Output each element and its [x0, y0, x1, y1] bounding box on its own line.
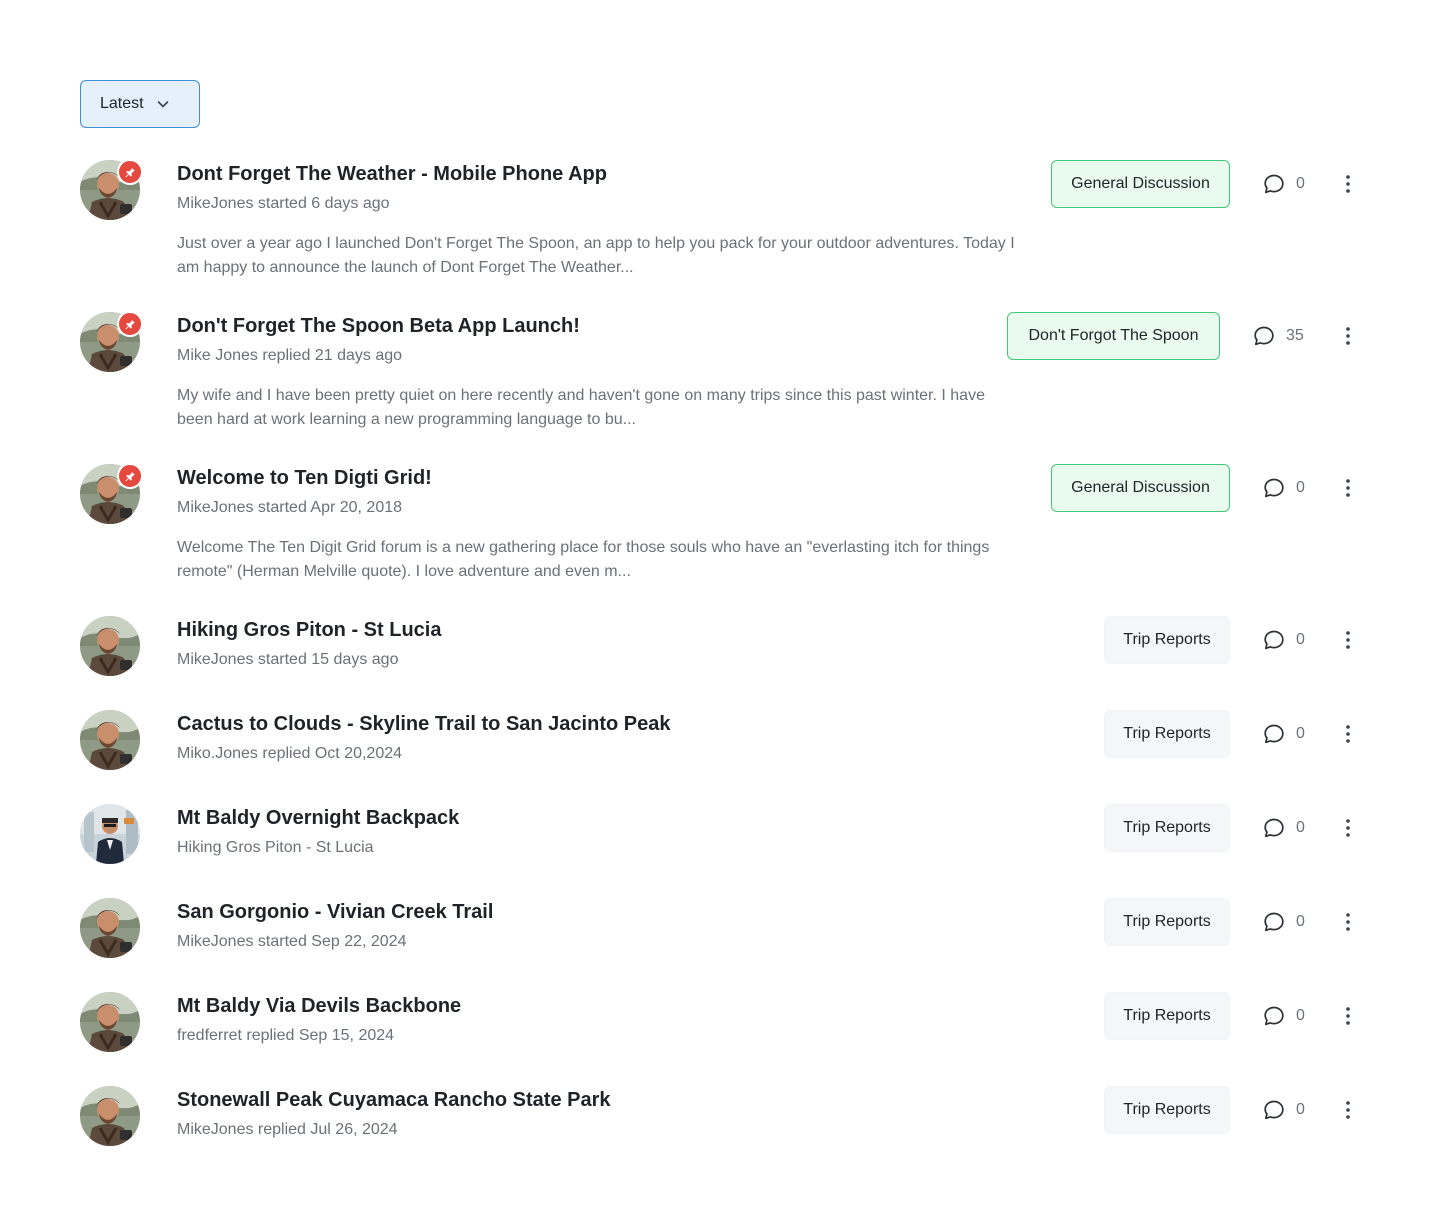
pinned-badge [117, 311, 143, 337]
topic-more-button[interactable] [1336, 910, 1360, 934]
author-avatar[interactable] [80, 311, 143, 372]
topic-title[interactable]: San Gorgonio - Vivian Creek Trail [177, 898, 493, 926]
comment-count[interactable]: 0 [1262, 628, 1305, 652]
more-vertical-icon [1346, 725, 1350, 743]
author-avatar[interactable] [80, 710, 140, 770]
topic-title[interactable]: Hiking Gros Piton - St Lucia [177, 616, 441, 644]
topic-title[interactable]: Mt Baldy Overnight Backpack [177, 804, 459, 832]
author-avatar[interactable] [80, 992, 140, 1052]
topic-title[interactable]: Dont Forget The Weather - Mobile Phone A… [177, 160, 607, 188]
more-vertical-icon [1346, 1101, 1350, 1119]
comment-count[interactable]: 35 [1252, 324, 1304, 348]
comment-count[interactable]: 0 [1262, 816, 1305, 840]
category-tag[interactable]: Trip Reports [1104, 898, 1230, 946]
user-avatar-hiker [80, 710, 140, 770]
topic-meta: Miko.Jones replied Oct 20,2024 [177, 745, 403, 762]
author-avatar[interactable] [80, 616, 140, 676]
pin-icon [125, 319, 135, 330]
author-avatar[interactable] [80, 159, 143, 220]
topic-meta: fredferret replied Sep 15, 2024 [177, 1027, 395, 1044]
more-vertical-icon [1346, 479, 1350, 497]
comment-count[interactable]: 0 [1262, 476, 1305, 500]
topic-meta: MikeJones replied Jul 26, 2024 [177, 1121, 398, 1138]
category-tag[interactable]: Trip Reports [1104, 804, 1230, 852]
comment-count-value: 0 [1296, 479, 1305, 496]
more-vertical-icon [1346, 631, 1350, 649]
topic-more-button[interactable] [1336, 816, 1360, 840]
more-vertical-icon [1346, 1007, 1350, 1025]
comment-bubble-icon [1264, 912, 1284, 932]
author-avatar[interactable] [80, 463, 143, 524]
topic-title[interactable]: Mt Baldy Via Devils Backbone [177, 992, 461, 1020]
comment-count-value: 35 [1286, 327, 1304, 344]
topic-more-button[interactable] [1336, 324, 1360, 348]
topic-excerpt: Welcome The Ten Digit Grid forum is a ne… [177, 539, 990, 580]
topic-more-button[interactable] [1336, 476, 1360, 500]
comment-bubble-icon [1254, 326, 1274, 346]
user-avatar-hiker [80, 1086, 140, 1146]
comment-count-value: 0 [1296, 175, 1305, 192]
comment-bubble-icon [1264, 724, 1284, 744]
comment-bubble-icon [1264, 630, 1284, 650]
comment-bubble-icon [1264, 1006, 1284, 1026]
more-vertical-icon [1346, 913, 1350, 931]
topic-meta: MikeJones started 6 days ago [177, 195, 390, 212]
topic-more-button[interactable] [1336, 1004, 1360, 1028]
pinned-badge [117, 159, 143, 185]
comment-count-value: 0 [1296, 1101, 1305, 1118]
topic-meta: MikeJones started 15 days ago [177, 651, 399, 668]
category-tag[interactable]: Trip Reports [1104, 1086, 1230, 1134]
topic-title[interactable]: Welcome to Ten Digti Grid! [177, 464, 432, 492]
comment-count-value: 0 [1296, 725, 1305, 742]
pin-icon [125, 471, 135, 482]
comment-bubble-icon [1264, 174, 1284, 194]
comment-count-value: 0 [1296, 1007, 1305, 1024]
topic-meta: MikeJones started Apr 20, 2018 [177, 499, 403, 516]
pinned-badge [117, 463, 143, 489]
topic-title[interactable]: Cactus to Clouds - Skyline Trail to San … [177, 710, 670, 738]
more-vertical-icon [1346, 175, 1350, 193]
topic-excerpt: Just over a year ago I launched Don't Fo… [177, 235, 1015, 276]
category-tag[interactable]: Trip Reports [1104, 616, 1230, 664]
comment-count[interactable]: 0 [1262, 1098, 1305, 1122]
user-avatar-hiker [80, 992, 140, 1052]
comment-bubble-icon [1264, 818, 1284, 838]
topic-list: Dont Forget The Weather - Mobile Phone A… [0, 0, 1440, 1228]
category-tag[interactable]: Trip Reports [1104, 992, 1230, 1040]
topic-excerpt: My wife and I have been pretty quiet on … [177, 387, 985, 428]
topic-more-button[interactable] [1336, 628, 1360, 652]
author-avatar[interactable] [80, 804, 140, 864]
comment-count[interactable]: 0 [1262, 910, 1305, 934]
comment-count-value: 0 [1296, 631, 1305, 648]
category-tag[interactable]: Trip Reports [1104, 710, 1230, 758]
comment-count-value: 0 [1296, 819, 1305, 836]
topic-meta: MikeJones started Sep 22, 2024 [177, 933, 407, 950]
pin-icon [125, 167, 135, 178]
comment-bubble-icon [1264, 1100, 1284, 1120]
comment-count-value: 0 [1296, 913, 1305, 930]
category-tag[interactable]: Don't Forgot The Spoon [1007, 312, 1220, 360]
comment-count[interactable]: 0 [1262, 172, 1305, 196]
topic-title[interactable]: Don't Forget The Spoon Beta App Launch! [177, 312, 580, 340]
more-vertical-icon [1346, 327, 1350, 345]
author-avatar[interactable] [80, 1086, 140, 1146]
topic-more-button[interactable] [1336, 172, 1360, 196]
comment-count[interactable]: 0 [1262, 722, 1305, 746]
topic-meta: Hiking Gros Piton - St Lucia [177, 839, 374, 856]
user-avatar-hiker [80, 616, 140, 676]
topic-more-button[interactable] [1336, 722, 1360, 746]
more-vertical-icon [1346, 819, 1350, 837]
category-tag[interactable]: General Discussion [1051, 464, 1230, 512]
user-avatar-suit [80, 804, 140, 864]
topic-meta: Mike Jones replied 21 days ago [177, 347, 403, 364]
topic-more-button[interactable] [1336, 1098, 1360, 1122]
topic-title[interactable]: Stonewall Peak Cuyamaca Rancho State Par… [177, 1086, 611, 1114]
author-avatar[interactable] [80, 898, 140, 958]
user-avatar-hiker [80, 898, 140, 958]
category-tag[interactable]: General Discussion [1051, 160, 1230, 208]
comment-count[interactable]: 0 [1262, 1004, 1305, 1028]
comment-bubble-icon [1264, 478, 1284, 498]
